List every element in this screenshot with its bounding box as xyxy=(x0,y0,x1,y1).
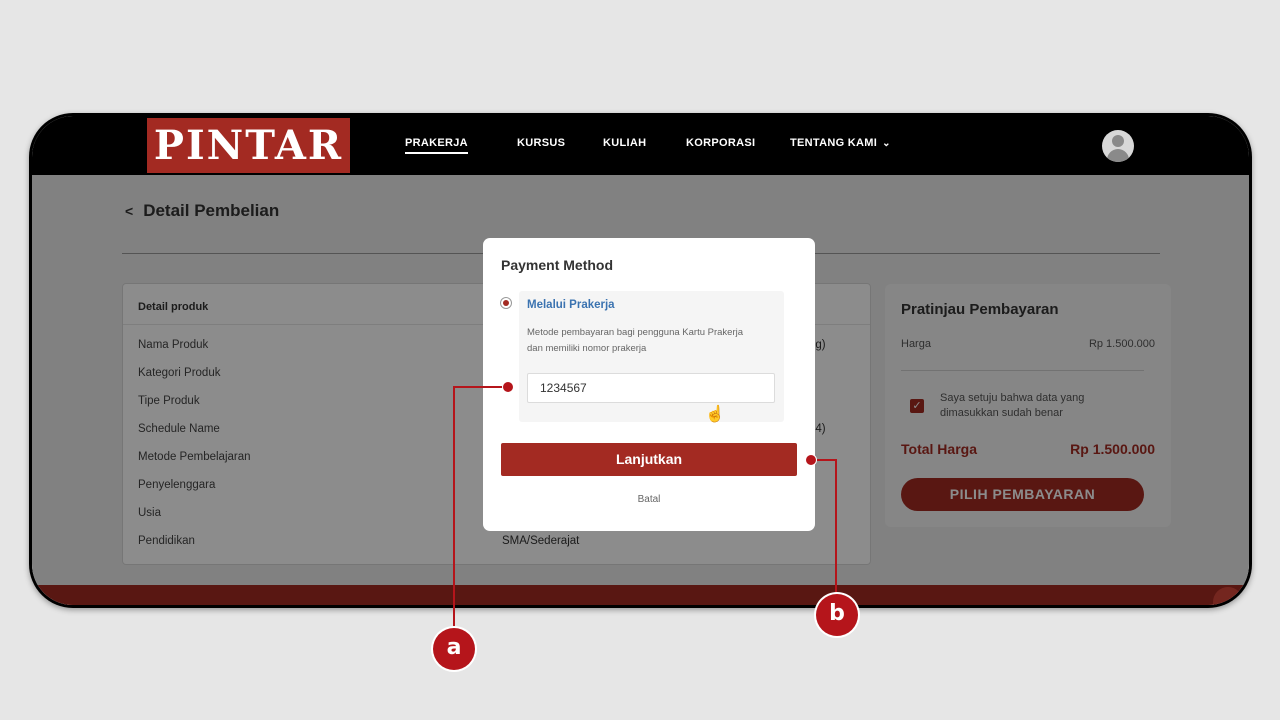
device-frame: PINTAR PRAKERJA KURSUS KULIAH KORPORASI … xyxy=(29,113,1252,608)
prakerja-option[interactable]: Melalui Prakerja Metode pembayaran bagi … xyxy=(519,291,784,423)
navbar: PINTAR PRAKERJA KURSUS KULIAH KORPORASI … xyxy=(32,116,1249,175)
avatar-head-icon xyxy=(1112,135,1124,147)
cancel-button[interactable]: Batal xyxy=(483,494,815,505)
logo[interactable]: PINTAR xyxy=(147,118,350,173)
callout-b-line xyxy=(835,459,837,595)
hand-cursor-icon: ☝ xyxy=(705,406,725,423)
callout-a-dot xyxy=(502,381,514,393)
prakerja-number-input[interactable] xyxy=(527,373,775,403)
callout-a-line xyxy=(453,386,455,629)
nav-korporasi[interactable]: KORPORASI xyxy=(686,137,755,149)
callout-b-badge: b xyxy=(816,594,858,636)
option-description: Metode pembayaran bagi pengguna Kartu Pr… xyxy=(527,327,744,354)
payment-method-modal: Payment Method Melalui Prakerja Metode p… xyxy=(483,238,815,531)
avatar-body-icon xyxy=(1107,149,1129,162)
callout-b-dot xyxy=(805,454,817,466)
nav-kuliah[interactable]: KULIAH xyxy=(603,137,646,149)
callout-a-badge: a xyxy=(433,628,475,670)
prakerja-radio[interactable] xyxy=(500,297,512,309)
nav-prakerja[interactable]: PRAKERJA xyxy=(405,137,468,154)
continue-button[interactable]: Lanjutkan xyxy=(501,443,797,476)
nav-tentang-kami[interactable]: TENTANG KAMI ⌄ xyxy=(790,137,891,149)
option-title: Melalui Prakerja xyxy=(527,299,615,311)
modal-title: Payment Method xyxy=(501,257,614,273)
chevron-down-icon: ⌄ xyxy=(882,138,891,149)
nav-tentang-kami-label: TENTANG KAMI xyxy=(790,137,878,149)
nav-kursus[interactable]: KURSUS xyxy=(517,137,565,149)
radio-dot-icon xyxy=(503,300,509,306)
callout-a-line xyxy=(453,386,509,388)
screen: PINTAR PRAKERJA KURSUS KULIAH KORPORASI … xyxy=(32,116,1249,605)
avatar[interactable] xyxy=(1102,130,1134,162)
